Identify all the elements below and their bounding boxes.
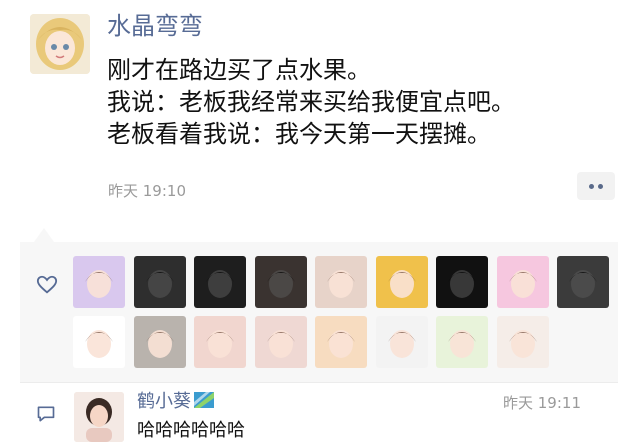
- like-avatar-image: [508, 270, 537, 298]
- commenter-row: 鹤小葵: [137, 390, 215, 414]
- like-avatar-image: [448, 330, 476, 358]
- like-avatar-image: [206, 270, 234, 298]
- dot-icon: [598, 183, 603, 189]
- badge-icon: [194, 392, 214, 408]
- like-avatar-girl-black-hair-red[interactable]: [194, 316, 246, 368]
- like-avatar-girl-red-bow[interactable]: [315, 256, 367, 308]
- like-avatar-bear-cookie[interactable]: [315, 316, 367, 368]
- post-line-3: 老板看着我说：我今天第一天摆摊。: [107, 120, 491, 148]
- like-avatar-image: [327, 330, 355, 358]
- like-avatar-image: [266, 270, 295, 298]
- likes-panel-arrow: [34, 228, 54, 242]
- like-avatar-anime-girl-pink[interactable]: [496, 256, 549, 308]
- like-avatar-image: [387, 270, 416, 298]
- like-avatar-image: [569, 270, 597, 298]
- dot-icon: [589, 183, 594, 189]
- comment-timestamp: 昨天 19:11: [503, 394, 581, 412]
- post-line-2: 我说：老板我经常来买给我便宜点吧。: [107, 88, 515, 116]
- like-avatar-image: [206, 330, 234, 358]
- comment-text: 哈哈哈哈哈哈: [137, 420, 245, 441]
- poster-username[interactable]: 水晶弯弯: [107, 10, 203, 42]
- like-avatar-image: [327, 270, 355, 298]
- like-avatar-image: [387, 330, 416, 358]
- like-avatar-image: [266, 330, 295, 358]
- like-avatar-image: [508, 330, 537, 358]
- like-avatar-cartoon-bear-white[interactable]: [73, 316, 125, 368]
- like-avatar-man-yellow-bg[interactable]: [375, 256, 428, 308]
- like-avatar-anime-boy-blonde[interactable]: [254, 256, 307, 308]
- like-avatar-devil-cartoon[interactable]: [496, 316, 549, 368]
- comment-divider: [20, 382, 618, 383]
- like-avatar-chick-yellow-hat[interactable]: [436, 316, 488, 368]
- like-avatar-image: [145, 270, 174, 298]
- more-options-button[interactable]: [577, 172, 615, 200]
- like-avatar-girl-dark-hair[interactable]: [194, 256, 246, 308]
- post-content: 刚才在路边买了点水果。 我说：老板我经常来买给我便宜点吧。 老板看着我说：我今天…: [107, 54, 515, 150]
- heart-icon: [36, 275, 58, 294]
- like-avatar-anime-girl-purple[interactable]: [73, 256, 125, 308]
- post-timestamp: 昨天 19:10: [108, 182, 186, 200]
- poster-avatar[interactable]: [30, 14, 90, 74]
- like-avatar-image: [145, 330, 174, 358]
- comment-icon: [37, 406, 55, 422]
- like-avatar-cartoon-girl-bob[interactable]: [375, 316, 428, 368]
- like-avatar-cartoon-girl-pink[interactable]: [254, 316, 307, 368]
- like-avatar-grey-cat[interactable]: [133, 316, 186, 368]
- post-line-1: 刚才在路边买了点水果。: [107, 56, 371, 84]
- like-avatar-dark-room-photo[interactable]: [133, 256, 186, 308]
- commenter-avatar[interactable]: [74, 392, 124, 442]
- like-avatar-dark-selfie[interactable]: [557, 256, 609, 308]
- like-avatar-black-cat[interactable]: [436, 256, 488, 308]
- commenter-username[interactable]: 鹤小葵: [137, 391, 191, 412]
- commenter-avatar-image: [74, 392, 124, 442]
- like-avatar-image: [85, 270, 113, 298]
- poster-avatar-image: [30, 14, 90, 74]
- like-avatar-image: [448, 270, 476, 298]
- like-avatar-image: [85, 330, 113, 358]
